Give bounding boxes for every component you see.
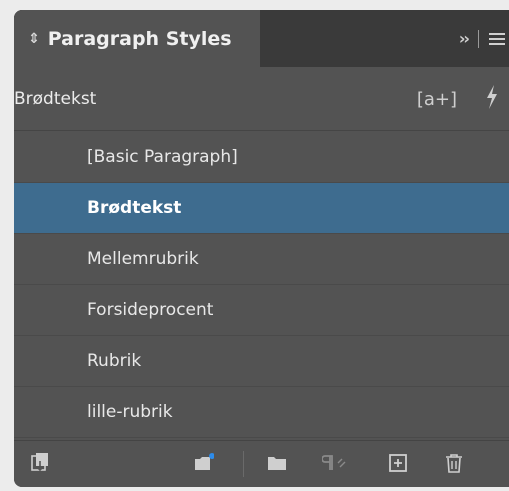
new-group-icon[interactable] bbox=[267, 453, 287, 473]
new-style-from-selection-icon[interactable]: [a+] bbox=[417, 89, 457, 110]
styles-list: [Basic Paragraph] Brødtekst Mellemrubrik Fo… bbox=[14, 132, 509, 438]
panel-tabbar: ⇕ Paragraph Styles ›› bbox=[14, 10, 509, 67]
controls-divider bbox=[478, 29, 479, 48]
collapse-panel-icon[interactable]: ›› bbox=[459, 29, 470, 48]
updown-arrows-icon[interactable]: ⇕ bbox=[28, 31, 40, 47]
style-row[interactable]: Rubrik bbox=[14, 336, 509, 387]
style-label: Brødtekst bbox=[87, 198, 182, 218]
quick-apply-icon[interactable] bbox=[485, 85, 499, 109]
delete-icon[interactable] bbox=[444, 453, 464, 473]
paragraph-style-override-icon[interactable] bbox=[322, 453, 350, 473]
style-row[interactable]: [Basic Paragraph] bbox=[14, 132, 509, 183]
current-style-bar: Brødtekst [a+] bbox=[14, 67, 509, 131]
style-label: lille-rubrik bbox=[87, 402, 173, 422]
current-style-label: Brødtekst bbox=[14, 88, 97, 109]
new-style-icon[interactable] bbox=[388, 453, 408, 473]
style-label: Forsideprocent bbox=[87, 300, 214, 320]
toolbar-divider bbox=[243, 451, 244, 477]
style-label: Rubrik bbox=[87, 351, 142, 371]
clear-overrides-icon[interactable] bbox=[194, 453, 214, 473]
style-label: Mellemrubrik bbox=[87, 249, 199, 269]
style-row[interactable]: Mellemrubrik bbox=[14, 234, 509, 285]
style-row[interactable]: lille-rubrik bbox=[14, 387, 509, 438]
style-label: [Basic Paragraph] bbox=[87, 147, 238, 167]
panel-controls: ›› bbox=[419, 10, 509, 67]
tab-paragraph-styles[interactable]: ⇕ Paragraph Styles bbox=[14, 10, 260, 67]
tab-title: Paragraph Styles bbox=[47, 27, 232, 50]
style-row[interactable]: Forsideprocent bbox=[14, 285, 509, 336]
load-styles-icon[interactable] bbox=[30, 453, 50, 473]
panel-menu-icon[interactable] bbox=[489, 32, 505, 45]
style-row[interactable]: Brødtekst bbox=[14, 183, 509, 234]
panel-bottom-toolbar bbox=[14, 440, 509, 487]
paragraph-styles-panel: ⇕ Paragraph Styles ›› Brødtekst [a+] [Ba… bbox=[14, 10, 509, 487]
